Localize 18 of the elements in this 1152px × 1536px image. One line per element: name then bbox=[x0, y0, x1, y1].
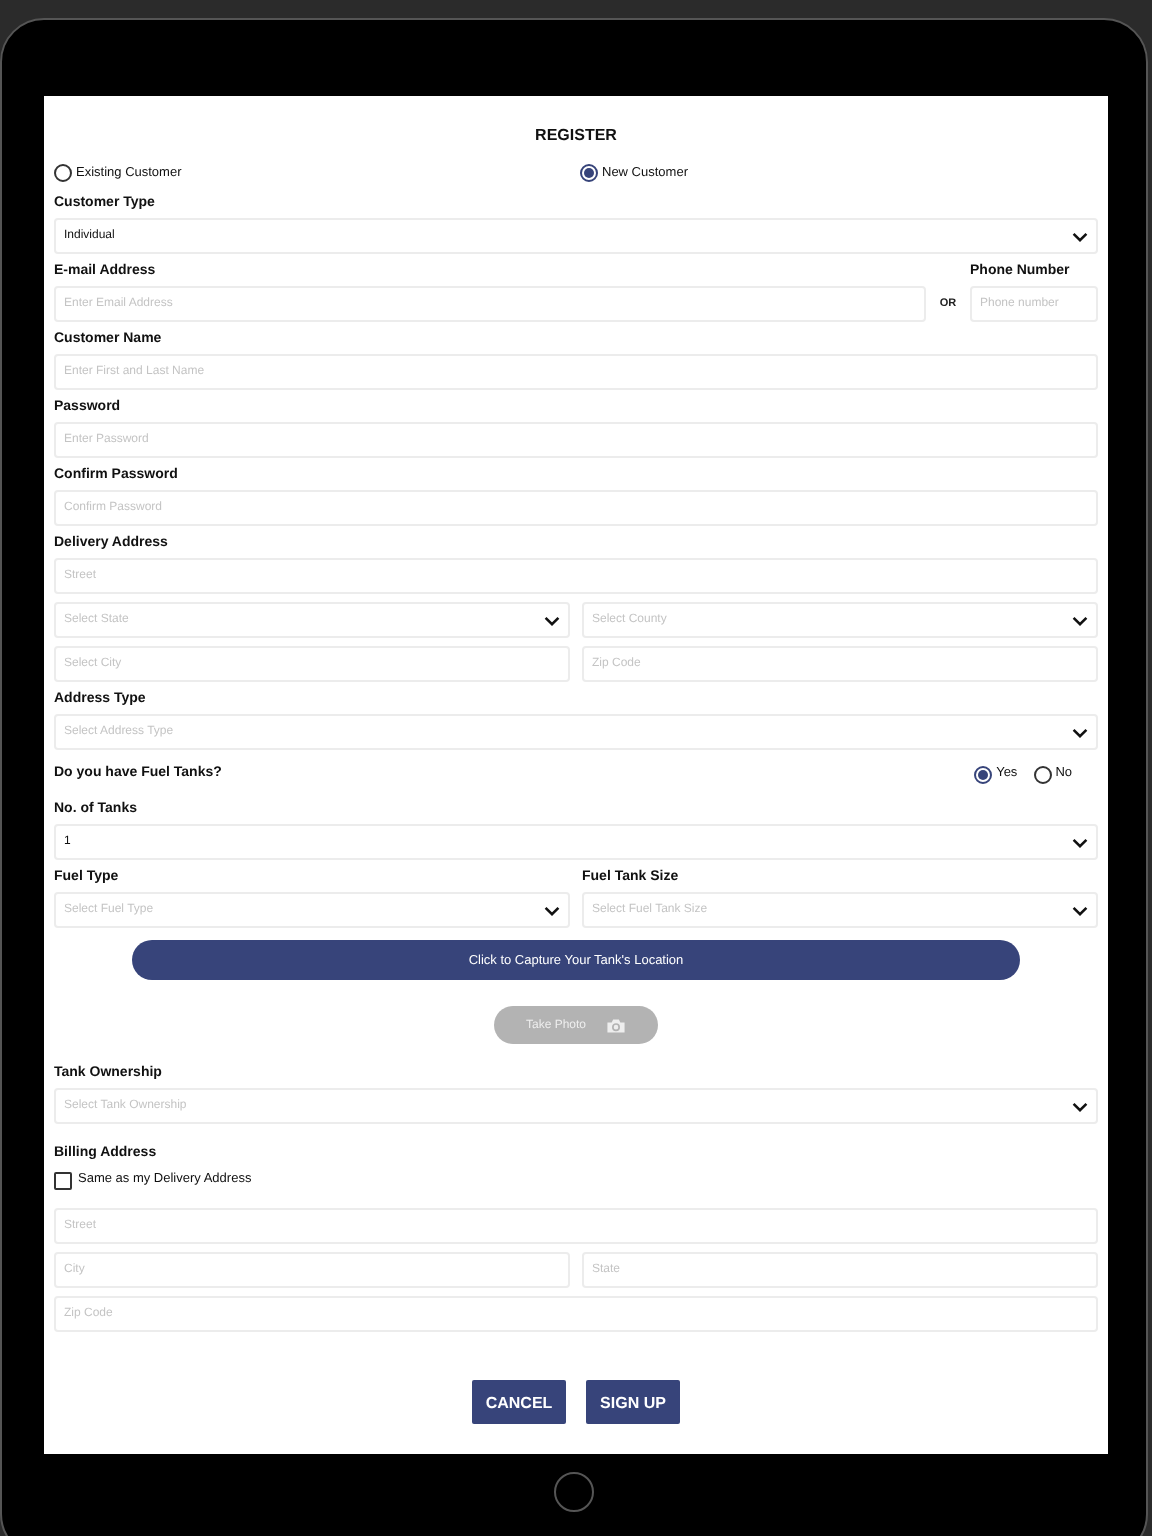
checkbox[interactable] bbox=[54, 1171, 72, 1189]
chevron-down-icon bbox=[1072, 837, 1088, 847]
sign-up-button[interactable]: SIGN UP bbox=[586, 1380, 680, 1424]
chevron-down-icon bbox=[544, 905, 560, 915]
chevron-down-icon bbox=[544, 615, 560, 625]
chevron-down-icon bbox=[1072, 905, 1088, 915]
radio-button[interactable] bbox=[974, 765, 993, 783]
chevron-down-icon bbox=[1072, 615, 1088, 625]
radio-button[interactable] bbox=[580, 164, 598, 182]
chevron-down-icon bbox=[1072, 231, 1088, 241]
chevron-down-icon bbox=[1072, 1101, 1088, 1111]
radio-button[interactable] bbox=[54, 164, 72, 182]
radio-button[interactable] bbox=[1033, 765, 1052, 783]
page-title: REGISTER bbox=[533, 124, 619, 148]
home-button[interactable] bbox=[554, 1472, 594, 1512]
cancel-button[interactable]: CANCEL bbox=[472, 1380, 566, 1424]
camera-icon bbox=[606, 1017, 627, 1033]
chevron-down-icon bbox=[1072, 727, 1088, 737]
